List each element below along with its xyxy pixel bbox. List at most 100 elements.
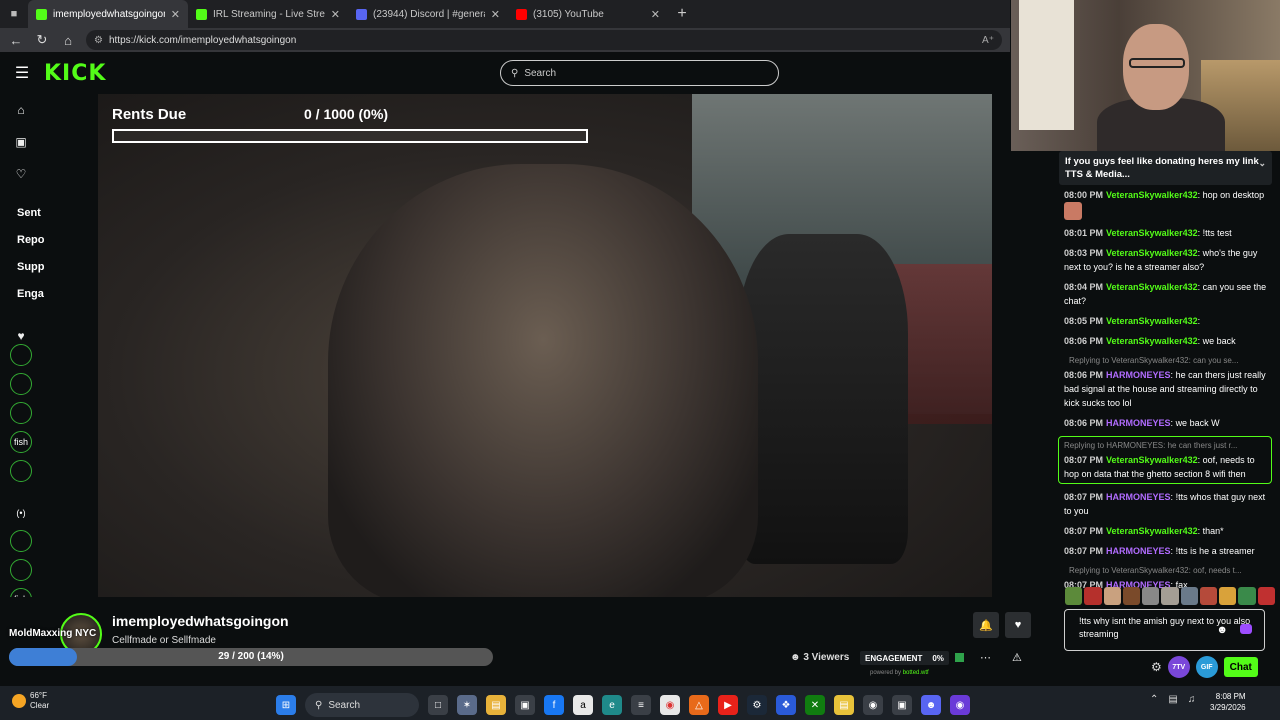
chat-message[interactable]: 08:07 PM HARMONEYES: !tts is he a streame… — [1059, 544, 1272, 558]
search-input[interactable]: ⚲ Search — [500, 60, 779, 86]
discord-icon[interactable]: ☻ — [921, 695, 941, 715]
recommended-channel-avatar[interactable] — [10, 559, 32, 581]
pinned-message[interactable]: If you guys feel like donating heres my … — [1059, 151, 1272, 185]
followed-channel-avatar[interactable] — [10, 402, 32, 424]
task-view-icon[interactable]: □ — [428, 695, 448, 715]
reply-preview[interactable]: Replying to VeteranSkywalker432: oof, ne… — [1064, 564, 1267, 578]
follow-heart-button[interactable]: ♥ — [1005, 612, 1031, 638]
notification-bell-button[interactable]: 🔔 — [973, 612, 999, 638]
app-icon[interactable]: ▣ — [892, 695, 912, 715]
message-username[interactable]: VeteranSkywalker432 — [1106, 282, 1198, 292]
chat-message[interactable]: 08:03 PM VeteranSkywalker432: who's the g… — [1059, 246, 1272, 274]
emote-icon[interactable] — [1065, 587, 1083, 605]
emote-icon[interactable] — [1257, 587, 1275, 605]
followed-channel-avatar[interactable] — [10, 344, 32, 366]
recommended-channel-avatar[interactable] — [10, 530, 32, 552]
kick-logo[interactable]: KICK — [44, 61, 106, 86]
browser-tab-kick-channel[interactable]: imemployedwhatsgoingon St ✕ — [28, 0, 188, 28]
message-username[interactable]: VeteranSkywalker432 — [1106, 190, 1198, 200]
message-username[interactable]: HARMONEYES — [1106, 418, 1171, 428]
steam-icon[interactable]: ⚙ — [747, 695, 767, 715]
video-player[interactable]: Rents Due 0 / 1000 (0%) — [98, 94, 992, 597]
chat-settings-gear-icon[interactable]: ⚙ — [1151, 660, 1162, 674]
reply-preview[interactable]: Replying to VeteranSkywalker432: can you… — [1064, 354, 1267, 368]
followed-channel-avatar[interactable] — [10, 460, 32, 482]
app-icon[interactable]: ◉ — [950, 695, 970, 715]
tray-chevron-icon[interactable]: ⌃ — [1150, 694, 1158, 705]
chat-message[interactable]: 08:04 PM VeteranSkywalker432: can you see… — [1059, 280, 1272, 308]
calculator-icon[interactable]: ≡ — [631, 695, 651, 715]
message-username[interactable]: VeteranSkywalker432 — [1106, 228, 1198, 238]
reload-icon[interactable]: ↻ — [34, 32, 50, 48]
following-nav-icon[interactable]: ♡ — [16, 158, 27, 190]
sidebar-item-sent[interactable]: Sent — [17, 207, 41, 219]
followed-channel-avatar-fish[interactable]: fish — [10, 431, 32, 453]
url-field[interactable]: ⚙ https://kick.com/imemployedwhatsgoingo… — [86, 30, 1002, 50]
emote-icon[interactable] — [1103, 587, 1121, 605]
message-username[interactable]: VeteranSkywalker432 — [1106, 336, 1198, 346]
app-icon[interactable]: △ — [689, 695, 709, 715]
browser-tab-irl-streaming[interactable]: IRL Streaming - Live Streams on K ✕ — [188, 0, 348, 28]
browse-nav-icon[interactable]: ▣ — [15, 126, 26, 158]
emote-icon[interactable] — [1142, 587, 1160, 605]
message-username[interactable]: HARMONEYES — [1106, 492, 1171, 502]
back-arrow-icon[interactable]: ← — [8, 33, 24, 48]
emote-icon[interactable] — [1238, 587, 1256, 605]
emote-icon[interactable] — [1180, 587, 1198, 605]
folder-icon[interactable]: ▤ — [834, 695, 854, 715]
hamburger-menu-icon[interactable]: ☰ — [0, 63, 44, 83]
amazon-icon[interactable]: a — [573, 695, 593, 715]
copilot-icon[interactable]: ✶ — [457, 695, 477, 715]
chat-message[interactable]: 08:05 PM VeteranSkywalker432: — [1059, 314, 1272, 328]
file-explorer-icon[interactable]: ▤ — [486, 695, 506, 715]
send-chat-button[interactable]: Chat — [1223, 657, 1258, 677]
chat-message[interactable]: 08:07 PM VeteranSkywalker432: than* — [1059, 524, 1272, 538]
message-username[interactable]: VeteranSkywalker432 — [1106, 248, 1198, 258]
xbox-icon[interactable]: ✕ — [805, 695, 825, 715]
chat-message[interactable]: Replying to HARMONEYES: he can thers jus… — [1058, 436, 1272, 484]
message-username[interactable]: HARMONEYES — [1106, 370, 1171, 380]
browser-tab-discord[interactable]: (23944) Discord | #general | Cellfm ✕ — [348, 0, 508, 28]
reply-preview[interactable]: Replying to HARMONEYES: he can thers jus… — [1064, 439, 1266, 453]
message-username[interactable]: VeteranSkywalker432 — [1106, 455, 1198, 465]
chat-message[interactable]: 08:06 PM HARMONEYES: we back W — [1059, 416, 1272, 430]
sidebar-item-enga[interactable]: Enga — [17, 288, 44, 300]
close-tab-icon[interactable]: ✕ — [491, 8, 500, 21]
site-info-icon[interactable]: ⚙ — [94, 35, 103, 46]
store-icon[interactable]: ▣ — [515, 695, 535, 715]
reader-mode-icon[interactable]: A⁺ — [982, 35, 994, 46]
message-username[interactable]: VeteranSkywalker432 — [1106, 316, 1198, 326]
weather-widget[interactable]: 66°F Clear — [12, 691, 49, 711]
taskbar-search[interactable]: ⚲ Search — [305, 693, 419, 717]
powered-brand[interactable]: botted.wtf — [903, 670, 929, 676]
sidebar-item-repo[interactable]: Repo — [17, 234, 45, 246]
emote-icon[interactable] — [1219, 587, 1237, 605]
kick-emote-icon[interactable] — [1240, 624, 1252, 634]
home-icon[interactable]: ⌂ — [60, 33, 76, 48]
message-username[interactable]: HARMONEYES — [1106, 546, 1171, 556]
network-icon[interactable]: ▤ — [1168, 694, 1177, 705]
chat-input[interactable]: !tts why isnt the amish guy next to you … — [1064, 609, 1265, 651]
gif-button[interactable]: GIF — [1195, 656, 1218, 678]
browser-tab-youtube[interactable]: (3105) YouTube ✕ — [508, 0, 668, 28]
close-tab-icon[interactable]: ✕ — [171, 8, 180, 21]
tab-menu-icon[interactable]: ■ — [0, 0, 28, 28]
chat-message[interactable]: Replying to VeteranSkywalker432: can you… — [1059, 354, 1272, 410]
emote-icon[interactable] — [1161, 587, 1179, 605]
home-nav-icon[interactable]: ⌂ — [17, 94, 24, 126]
windows-start-icon[interactable]: ⊞ — [276, 695, 296, 715]
new-tab-button[interactable]: + — [668, 5, 696, 23]
chat-message[interactable]: 08:06 PM VeteranSkywalker432: we back — [1059, 334, 1272, 348]
message-username[interactable]: VeteranSkywalker432 — [1106, 526, 1198, 536]
system-clock[interactable]: 8:08 PM 3/29/2026 — [1210, 691, 1246, 713]
chrome-icon[interactable]: ◉ — [660, 695, 680, 715]
chat-message[interactable]: 08:01 PM VeteranSkywalker432: !tts test — [1059, 226, 1272, 240]
close-tab-icon[interactable]: ✕ — [651, 8, 660, 21]
emoji-icon[interactable]: ☻ — [1216, 624, 1228, 637]
chevron-down-icon[interactable]: ⌄ — [1258, 157, 1266, 170]
emote-icon[interactable] — [1199, 587, 1218, 605]
edge-icon[interactable]: e — [602, 695, 622, 715]
channel-name[interactable]: imemployedwhatsgoingon — [112, 613, 289, 629]
7tv-button[interactable]: 7TV — [1167, 656, 1190, 678]
sidebar-item-supp[interactable]: Supp — [17, 261, 45, 273]
